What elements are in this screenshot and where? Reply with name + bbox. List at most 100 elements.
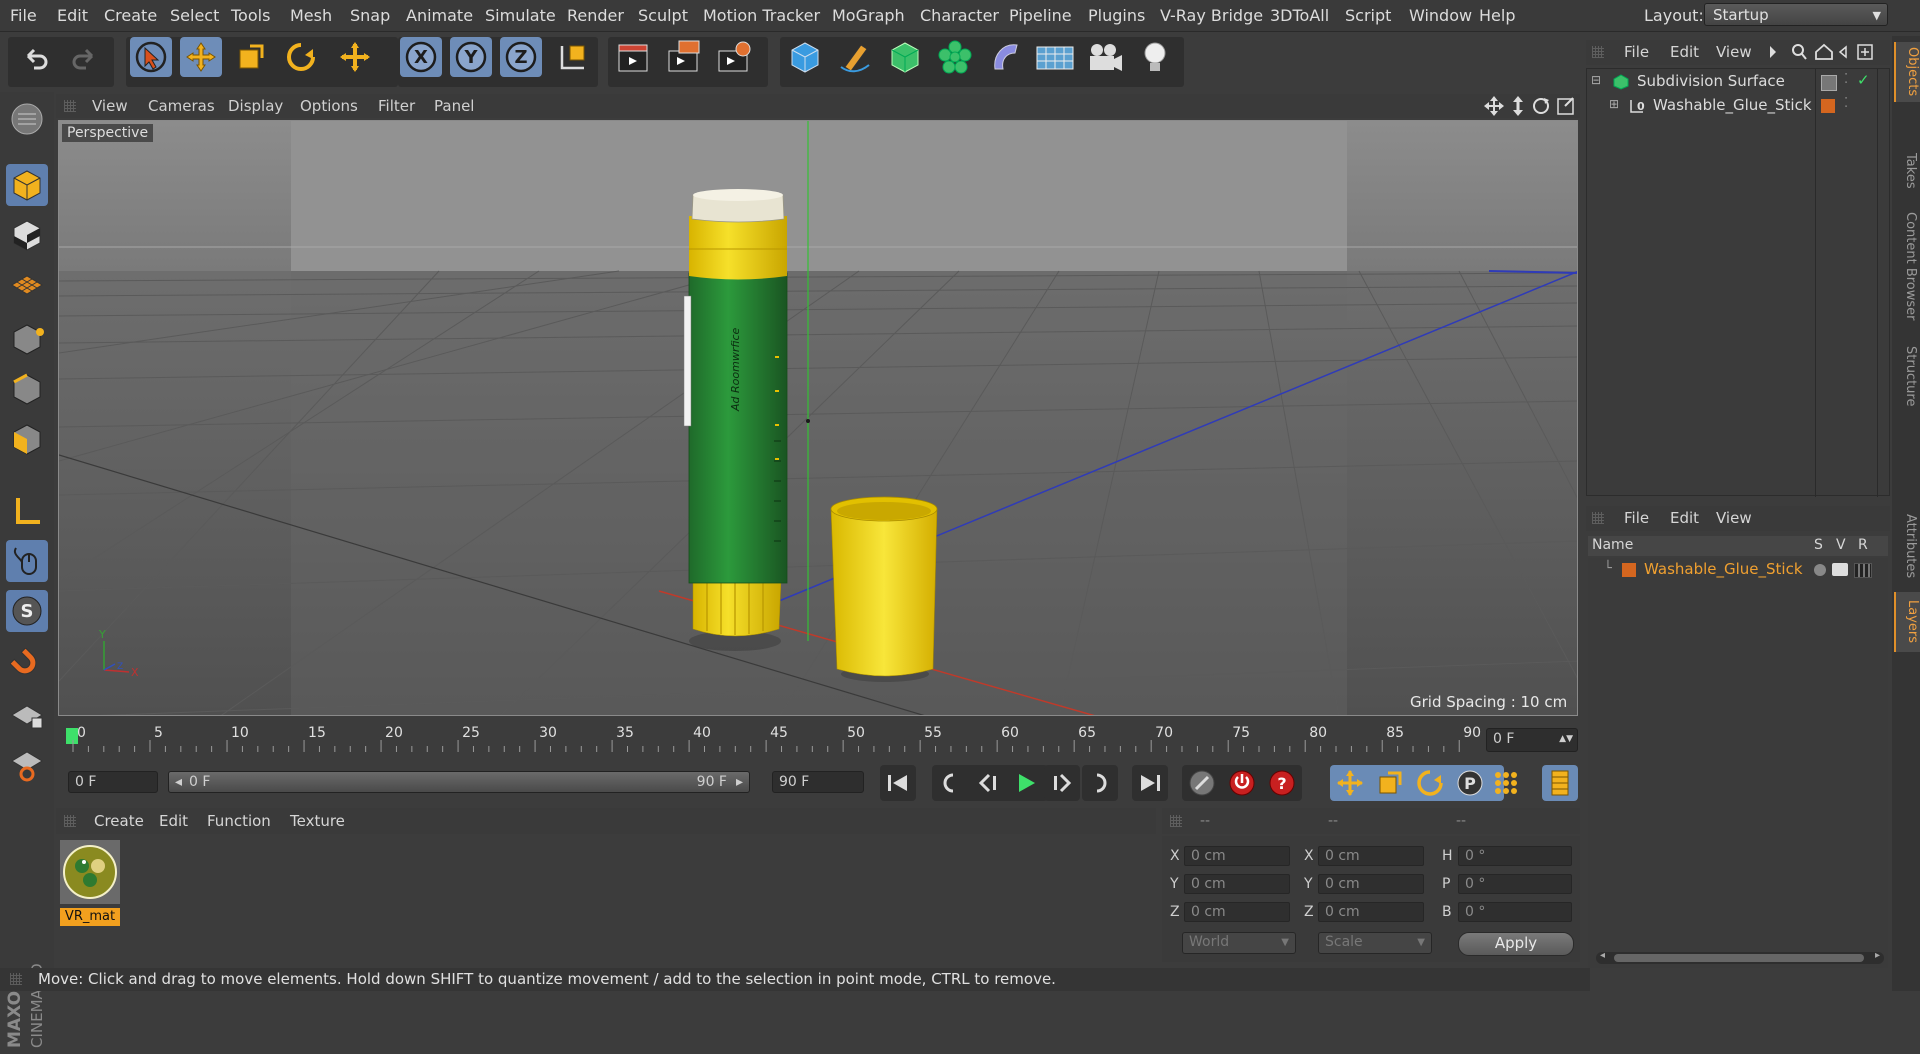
menu-window[interactable]: Window [1409,6,1472,25]
tab-content-browser[interactable]: Content Browser [1894,206,1918,326]
tab-attributes[interactable]: Attributes [1894,506,1918,586]
menu-tools[interactable]: Tools [231,6,270,25]
redo-button[interactable] [64,37,106,77]
select-tool-button[interactable] [130,37,172,77]
workplane-mode-button[interactable] [6,264,48,306]
menu-animate[interactable]: Animate [406,6,473,25]
menu-simulate[interactable]: Simulate [485,6,556,25]
menu-help[interactable]: Help [1479,6,1515,25]
texture-mode-button[interactable] [6,214,48,256]
menu-snap[interactable]: Snap [350,6,390,25]
menu-file[interactable]: File [10,6,37,25]
object-manager-tools[interactable] [1766,42,1888,62]
planar-workplane-button[interactable] [6,744,48,786]
scale-tool-button[interactable] [230,37,272,77]
layer-row[interactable]: └ Washable_Glue_Stick [1588,559,1888,581]
menu-plugins[interactable]: Plugins [1088,6,1145,25]
viewport-menu-cameras[interactable]: Cameras [148,97,215,115]
mograph-cloner-button[interactable] [934,37,976,77]
scroll-right-icon[interactable]: ▸ [1875,950,1880,961]
enable-axis-button[interactable] [6,490,48,532]
deformer-button[interactable] [984,37,1026,77]
apply-button[interactable]: Apply [1458,932,1574,956]
tree-expand-icon[interactable]: ⊞ [1609,97,1619,111]
locked-workplane-button[interactable] [6,694,48,736]
menu-select[interactable]: Select [170,6,219,25]
model-mode-button[interactable] [6,164,48,206]
layer-menu-view[interactable]: View [1716,509,1752,527]
scrollbar-thumb[interactable] [1614,954,1864,962]
render-picture-viewer-button[interactable] [664,37,706,77]
edges-mode-button[interactable] [6,368,48,410]
timeline-ruler[interactable]: 0 5 10 15 20 25 30 35 40 45 50 55 60 65 70 75 80 85 90 0 F… [56,720,1580,760]
goto-start-button[interactable] [880,765,916,801]
menu-vray-bridge[interactable]: V-Ray Bridge [1160,6,1263,25]
size-x-field[interactable]: 0 cm [1318,846,1424,866]
menu-motion-tracker[interactable]: Motion Tracker [703,6,820,25]
y-axis-button[interactable]: Y [450,37,492,77]
coordinate-mode-select[interactable]: World ▼ [1182,932,1296,954]
glue-stick-cap[interactable] [830,496,938,682]
coordinate-system-button[interactable] [552,37,594,77]
end-frame-field[interactable]: 90 F [772,771,864,793]
rotation-b-field[interactable]: 0 ° [1458,902,1572,922]
make-editable-button[interactable] [6,98,48,140]
start-frame-field[interactable]: 0 F [68,771,158,793]
menu-mograph[interactable]: MoGraph [832,6,905,25]
menu-edit[interactable]: Edit [57,6,88,25]
tab-layers[interactable]: Layers [1894,592,1920,652]
tweak-mode-button[interactable] [6,540,48,582]
z-axis-button[interactable]: Z [500,37,542,77]
record-active-objects-button[interactable] [1184,765,1220,801]
position-y-field[interactable]: 0 cm [1184,874,1290,894]
glue-stick-model[interactable]: Ad Roomwrfice [683,189,788,651]
tree-expand-icon[interactable]: ⊟ [1591,73,1601,87]
previous-frame-button[interactable] [970,765,1006,801]
frame-range-slider[interactable]: ◂ 0 F 90 F ▸ [168,771,750,793]
pen-spline-button[interactable] [834,37,876,77]
material-menu-texture[interactable]: Texture [290,812,345,830]
viewport-menu-filter[interactable]: Filter [378,97,415,115]
render-view-button[interactable] [614,37,656,77]
camera-object-button[interactable] [1084,37,1126,77]
live-select-button[interactable] [334,37,376,77]
tab-takes[interactable]: Takes [1894,146,1918,196]
menu-character[interactable]: Character [920,6,999,25]
key-position-button[interactable] [1332,765,1368,801]
snap-button[interactable] [6,644,48,686]
viewport-nav-icons[interactable] [1484,96,1580,116]
floor-object-button[interactable] [1034,37,1076,77]
rotation-h-field[interactable]: 0 ° [1458,846,1572,866]
menu-render[interactable]: Render [567,6,624,25]
viewport-menu-display[interactable]: Display [228,97,283,115]
size-z-field[interactable]: 0 cm [1318,902,1424,922]
object-menu-file[interactable]: File [1624,43,1649,61]
points-mode-button[interactable] [6,318,48,360]
material-menu-function[interactable]: Function [207,812,271,830]
enabled-check-icon[interactable]: ✓ [1857,71,1870,89]
layout-select[interactable]: Startup ▼ [1704,3,1888,26]
film-render-icon[interactable] [1854,563,1872,578]
eye-visibility-icon[interactable] [1832,563,1848,576]
material-menu-create[interactable]: Create [94,812,144,830]
material-menu-edit[interactable]: Edit [159,812,188,830]
render-settings-button[interactable] [714,37,756,77]
move-tool-button[interactable] [180,37,222,77]
solo-button[interactable]: S [6,590,48,632]
viewport-menu-options[interactable]: Options [300,97,358,115]
object-menu-view[interactable]: View [1716,43,1752,61]
object-menu-edit[interactable]: Edit [1670,43,1699,61]
visibility-dots-icon[interactable]: ⁚ [1844,72,1848,87]
layer-menu-edit[interactable]: Edit [1670,509,1699,527]
menu-pipeline[interactable]: Pipeline [1009,6,1072,25]
layer-menu-file[interactable]: File [1624,509,1649,527]
current-frame-field[interactable]: 0 F ▲▼ [1486,728,1578,752]
key-pla-button[interactable] [1488,765,1524,801]
viewport-menu-panel[interactable]: Panel [434,97,474,115]
polygons-mode-button[interactable] [6,418,48,460]
cube-object-button[interactable] [784,37,826,77]
tab-objects[interactable]: Objects [1894,42,1920,102]
size-mode-select[interactable]: Scale ▼ [1318,932,1432,954]
key-parameter-button[interactable]: P [1452,765,1488,801]
undo-button[interactable] [14,37,56,77]
